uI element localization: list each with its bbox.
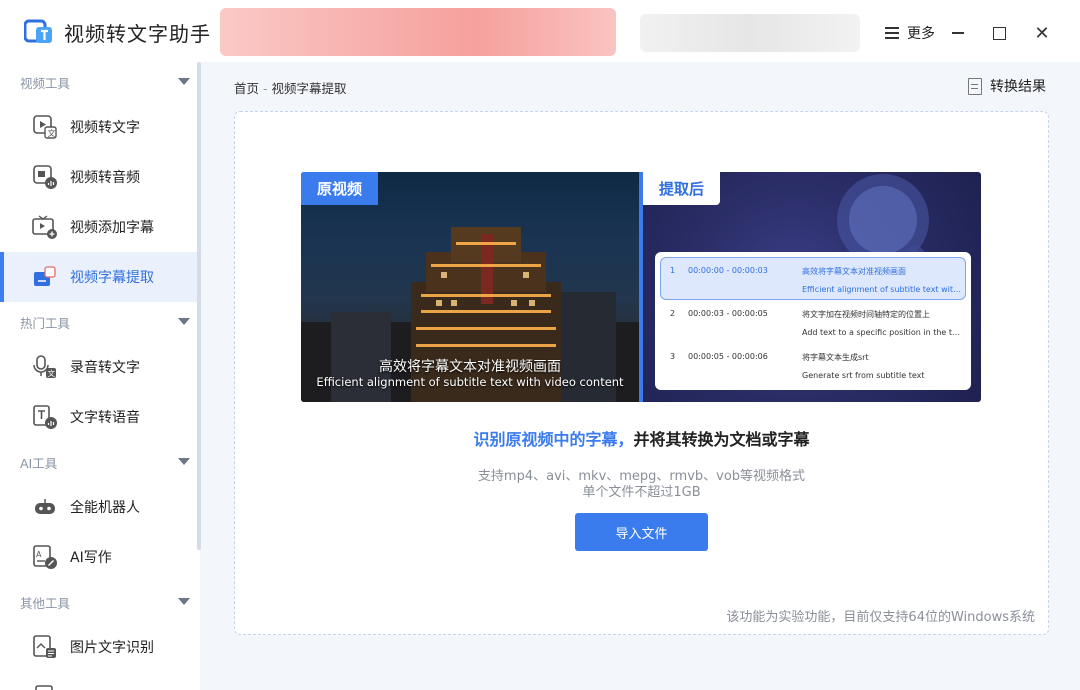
- caret-down-icon: [178, 458, 190, 465]
- sidebar-group-other-tools[interactable]: 其他工具: [0, 582, 200, 622]
- svg-text:A: A: [36, 550, 42, 559]
- sidebar-item-image-ocr[interactable]: 图片文字识别: [0, 622, 200, 672]
- original-video-tag: 原视频: [301, 172, 379, 205]
- sidebar-item-robot[interactable]: 全能机器人: [0, 482, 200, 532]
- video-to-text-icon: 文: [33, 115, 57, 139]
- blurred-banner: [220, 8, 616, 56]
- sidebar-item-video-to-audio[interactable]: 视频转音频: [0, 152, 200, 202]
- subtitle-list-card: 1 00:00:00 - 00:00:03 高效将字幕文本对准视频画面 Effi…: [655, 252, 971, 390]
- sidebar-item-ai-writing[interactable]: A AI写作: [0, 532, 200, 582]
- experimental-note: 该功能为实验功能，目前仅支持64位的Windows系统: [726, 610, 1035, 625]
- original-video-preview: 原视频 高效将字幕文本对准视频画面 Efficient alignment of…: [301, 172, 639, 402]
- import-file-button[interactable]: 导入文件: [575, 513, 708, 551]
- subtitle-chinese: 高效将字幕文本对准视频画面: [379, 359, 561, 375]
- sidebar-item-text-to-speech[interactable]: 文字转语音: [0, 392, 200, 442]
- extracted-preview: 提取后 1 00:00:00 - 00:00:03 高效将字幕文本对准视频画面 …: [643, 172, 981, 402]
- tool-icon: [35, 685, 53, 690]
- preview-image: 原视频 高效将字幕文本对准视频画面 Efficient alignment of…: [301, 172, 981, 402]
- subtitle-row: 1 00:00:00 - 00:00:03 高效将字幕文本对准视频画面 Effi…: [660, 257, 966, 300]
- extracted-tag: 提取后: [643, 172, 721, 205]
- subtitle-extract-icon: [34, 266, 56, 286]
- sidebar-group-hot-tools[interactable]: 热门工具: [0, 302, 200, 342]
- title-bar: 视频转文字助手 更多 ✕: [0, 0, 1080, 62]
- video-to-audio-icon: [33, 165, 57, 189]
- feature-headline: 识别原视频中的字幕，并将其转换为文档或字幕: [473, 430, 810, 449]
- conversion-result-button[interactable]: 转换结果: [968, 76, 1046, 96]
- file-size-limit-text: 单个文件不超过1GB: [582, 485, 701, 500]
- minimize-button[interactable]: [946, 20, 970, 46]
- subtitle-english: Efficient alignment of subtitle text wit…: [316, 375, 624, 389]
- close-button[interactable]: ✕: [1030, 20, 1054, 46]
- sidebar-item-subtitle-extract[interactable]: 视频字幕提取: [0, 252, 200, 302]
- sidebar-group-ai-tools[interactable]: AI工具: [0, 442, 200, 482]
- more-label: 更多: [907, 26, 935, 42]
- blurred-account: [640, 14, 860, 52]
- sidebar-group-video-tools[interactable]: 视频工具: [0, 62, 200, 102]
- sidebar-item-video-to-text[interactable]: 文 视频转文字: [0, 102, 200, 152]
- subtitle-row: 2 00:00:03 - 00:00:05 将文字加在视频时间轴特定的位置上 A…: [670, 309, 962, 337]
- robot-icon: [35, 499, 55, 514]
- image-ocr-icon: [33, 635, 56, 658]
- breadcrumb: 首页 - 视频字幕提取: [234, 81, 347, 96]
- caret-down-icon: [178, 318, 190, 325]
- video-add-subtitle-icon: [32, 215, 57, 239]
- svg-text:文: 文: [48, 128, 56, 138]
- sidebar-scrollbar[interactable]: [197, 62, 201, 550]
- ai-writing-icon: A: [33, 545, 57, 569]
- sidebar-item-video-add-subtitle[interactable]: 视频添加字幕: [0, 202, 200, 252]
- app-logo-icon: [24, 19, 52, 43]
- app-title: 视频转文字助手: [64, 22, 211, 46]
- more-menu-button[interactable]: 更多: [880, 20, 940, 46]
- sidebar-item-partial[interactable]: [0, 672, 200, 690]
- document-icon: [968, 77, 982, 95]
- close-icon: ✕: [1034, 22, 1050, 44]
- maximize-button[interactable]: [987, 20, 1011, 46]
- subtitle-row: 3 00:00:05 - 00:00:06 将字幕文本生成srt Generat…: [670, 352, 925, 380]
- svg-text:文: 文: [48, 368, 56, 378]
- caret-down-icon: [178, 598, 190, 605]
- microphone-icon: 文: [33, 355, 56, 378]
- menu-icon: [885, 27, 899, 39]
- breadcrumb-current: 视频字幕提取: [271, 81, 347, 96]
- breadcrumb-home[interactable]: 首页: [234, 81, 259, 96]
- caret-down-icon: [178, 78, 190, 85]
- sidebar-item-audio-to-text[interactable]: 文 录音转文字: [0, 342, 200, 392]
- text-to-speech-icon: [33, 405, 57, 429]
- sidebar: 视频工具 文 视频转文字 视频转音频 视频添加字幕 视频字幕提取 热门工具 文 …: [0, 62, 200, 690]
